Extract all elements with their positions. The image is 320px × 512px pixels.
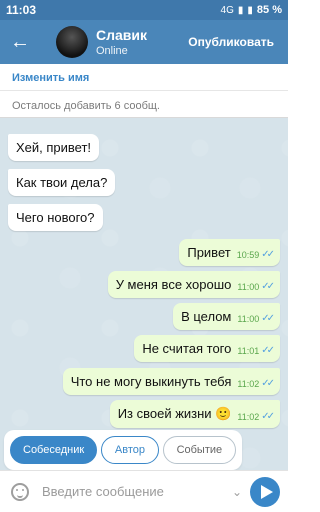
- outgoing-message[interactable]: Не считая того 11:01 ✓✓: [134, 335, 280, 362]
- remaining-messages-text: Осталось добавить 6 сообщ.: [12, 100, 160, 112]
- double-check-icon: ✓✓: [261, 313, 275, 324]
- role-author-button[interactable]: Автор: [101, 436, 159, 464]
- contact-info[interactable]: Славик Online: [96, 27, 147, 57]
- edit-name-button[interactable]: Изменить имя: [12, 72, 89, 84]
- message-meta: 11:00 ✓✓: [237, 281, 275, 292]
- double-check-icon: ✓✓: [261, 281, 275, 292]
- incoming-message[interactable]: Чего нового?: [8, 204, 103, 231]
- outgoing-message[interactable]: Что не могу выкинуть тебя 11:02 ✓✓: [62, 368, 280, 395]
- signal-icon: ▮: [237, 4, 244, 16]
- double-check-icon: ✓✓: [261, 378, 275, 389]
- outgoing-message[interactable]: В целом 11:00 ✓✓: [173, 303, 280, 330]
- message-time: 10:59: [236, 249, 260, 260]
- outgoing-message[interactable]: Из своей жизни 🙂 11:02 ✓✓: [109, 400, 280, 428]
- message-time: 11:02: [237, 411, 260, 422]
- send-button[interactable]: [250, 476, 280, 507]
- message-time: 11:01: [237, 345, 260, 356]
- battery-level: 85 %: [256, 4, 282, 16]
- chat-area[interactable]: Хей, привет! Как твои дела? Чего нового?…: [0, 118, 288, 470]
- incoming-message[interactable]: Как твои дела?: [8, 169, 116, 196]
- message-meta: 11:01 ✓✓: [237, 345, 275, 356]
- battery-icon: ▮: [247, 4, 253, 16]
- editor-panel: Изменить имя Осталось добавить 6 сообщ.: [0, 64, 288, 118]
- message-text: Чего нового?: [16, 210, 95, 225]
- message-text: Из своей жизни 🙂: [117, 406, 232, 421]
- arrow-left-icon: ←: [10, 30, 30, 53]
- message-text: Хей, привет!: [16, 140, 92, 155]
- message-meta: 10:59 ✓✓: [236, 249, 275, 260]
- send-icon: [260, 484, 273, 499]
- network-indicator: 4G: [220, 4, 234, 16]
- double-check-icon: ✓✓: [261, 345, 275, 356]
- status-icons: 4G ▮ ▮ 85 %: [221, 4, 282, 16]
- message-text: У меня все хорошо: [115, 277, 232, 292]
- message-time: 11:02: [237, 378, 260, 389]
- message-time: 11:00: [237, 281, 260, 292]
- chevron-down-icon[interactable]: ⌄: [224, 485, 250, 499]
- message-text: Что не могу выкинуть тебя: [70, 374, 232, 389]
- contact-status: Online: [96, 45, 128, 57]
- outgoing-message[interactable]: Привет 10:59 ✓✓: [179, 239, 280, 266]
- message-time: 11:00: [237, 313, 260, 324]
- message-meta: 11:00 ✓✓: [237, 313, 275, 324]
- message-text: В целом: [181, 309, 232, 324]
- chat-header: ← Славик Online Опубликовать: [0, 20, 288, 64]
- role-interlocutor-button[interactable]: Собеседник: [10, 436, 98, 464]
- sender-role-picker: Собеседник Автор Событие: [4, 430, 242, 470]
- divider: [0, 90, 288, 91]
- message-text: Привет: [187, 245, 231, 260]
- message-meta: 11:02 ✓✓: [237, 411, 275, 422]
- status-time: 11:03: [6, 3, 37, 17]
- incoming-message[interactable]: Хей, привет!: [8, 134, 100, 161]
- double-check-icon: ✓✓: [261, 411, 275, 422]
- message-input[interactable]: [40, 471, 224, 512]
- emoji-icon: [11, 482, 29, 501]
- outgoing-message[interactable]: У меня все хорошо 11:00 ✓✓: [107, 271, 280, 298]
- message-meta: 11:02 ✓✓: [237, 378, 275, 389]
- emoji-button[interactable]: [0, 482, 40, 501]
- message-text: Не считая того: [142, 341, 232, 356]
- back-button[interactable]: ←: [0, 20, 40, 64]
- double-check-icon: ✓✓: [261, 249, 275, 260]
- status-bar: 11:03 4G ▮ ▮ 85 %: [0, 0, 288, 20]
- contact-name: Славик: [96, 27, 148, 43]
- avatar[interactable]: [56, 26, 88, 58]
- message-composer: ⌄: [0, 470, 288, 512]
- role-event-button[interactable]: Событие: [162, 436, 237, 464]
- publish-button[interactable]: Опубликовать: [188, 35, 274, 49]
- message-text: Как твои дела?: [16, 175, 108, 190]
